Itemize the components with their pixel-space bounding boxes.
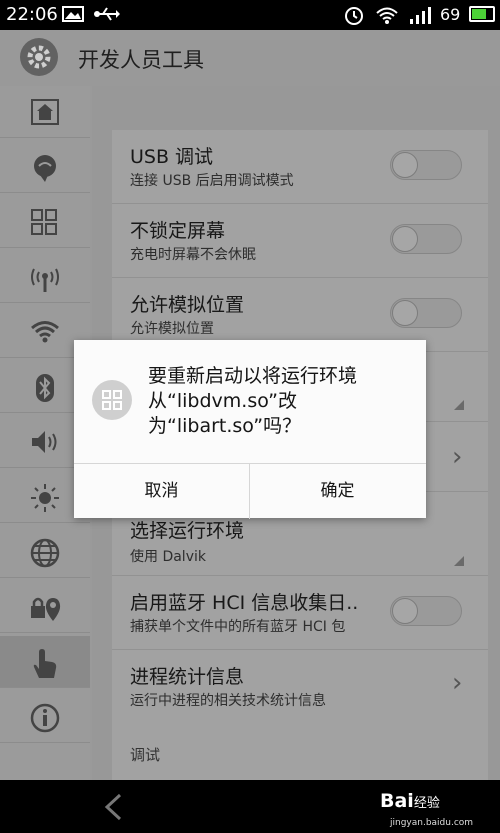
chat-icon <box>34 155 56 182</box>
status-bar: 22:06 69 <box>0 0 500 30</box>
wifi-icon <box>375 5 399 29</box>
app-bar: 开发人员工具 <box>0 30 500 86</box>
setting-title: 进程统计信息 <box>130 666 245 688</box>
confirm-button[interactable]: 确定 <box>250 464 425 519</box>
apps-grid-icon <box>92 380 132 420</box>
setting-title: 启用蓝牙 HCI 信息收集日.. <box>130 592 359 614</box>
sidebar-item-lock-location[interactable] <box>0 581 90 633</box>
page-title: 开发人员工具 <box>78 48 204 72</box>
setting-subtitle: 充电时屏幕不会休眠 <box>130 247 256 263</box>
restart-runtime-dialog: 要重新启动以将运行环境从“libdvm.so”改为“libart.so”吗？ 取… <box>74 340 426 519</box>
sidebar-item-chat[interactable] <box>0 141 90 193</box>
dialog-message: 要重新启动以将运行环境从“libdvm.so”改为“libart.so”吗？ <box>148 365 358 437</box>
setting-subtitle: 连接 USB 后启用调试模式 <box>130 173 294 189</box>
antenna-icon <box>31 268 59 292</box>
nav-bar: Bai经验 jingyan.baidu.com <box>0 780 500 833</box>
toggle-knob <box>392 598 418 624</box>
setting-subtitle: 允许模拟位置 <box>130 321 214 337</box>
setting-title: 不锁定屏幕 <box>130 220 226 242</box>
chevron-right-icon: › <box>452 442 463 472</box>
sidebar-item-globe[interactable] <box>0 526 90 578</box>
sidebar-item-apps[interactable] <box>0 196 90 248</box>
battery-fill <box>472 9 486 19</box>
home-icon <box>31 99 59 125</box>
dropdown-corner-icon <box>454 556 464 566</box>
watermark-url: jingyan.baidu.com <box>390 818 474 828</box>
setting-subtitle: 捕获单个文件中的所有蓝牙 HCI 包 <box>130 619 346 635</box>
dialog-buttons: 取消 确定 <box>74 463 426 519</box>
usb-icon <box>94 5 120 27</box>
setting-title: 允许模拟位置 <box>130 294 245 316</box>
sidebar-item-antenna[interactable] <box>0 251 90 303</box>
globe-icon <box>30 538 60 568</box>
setting-usb-debugging[interactable]: USB 调试 连接 USB 后启用调试模式 <box>112 130 488 204</box>
watermark-brand: Bai <box>380 790 414 812</box>
sidebar-item-info[interactable] <box>0 691 90 743</box>
alarm-icon <box>343 5 365 29</box>
setting-stay-awake[interactable]: 不锁定屏幕 充电时屏幕不会休眠 <box>112 204 488 278</box>
bluetooth-icon <box>36 374 54 402</box>
apps-grid-icon <box>31 209 57 235</box>
battery-icon <box>469 6 495 22</box>
sidebar-item-developer[interactable] <box>0 636 90 688</box>
toggle-knob <box>392 226 418 252</box>
dropdown-corner-icon <box>454 400 464 410</box>
chevron-right-icon: › <box>452 668 463 698</box>
sidebar-item-home[interactable] <box>0 86 90 138</box>
gear-icon <box>20 38 58 76</box>
back-arrow-icon[interactable] <box>102 793 124 825</box>
watermark: Bai经验 jingyan.baidu.com <box>380 790 473 828</box>
image-icon <box>62 5 84 27</box>
mock-location-toggle[interactable] <box>390 298 462 328</box>
hand-icon <box>33 649 57 678</box>
usb-debugging-toggle[interactable] <box>390 150 462 180</box>
setting-subtitle: 使用 Dalvik <box>130 549 206 565</box>
setting-title: USB 调试 <box>130 146 214 168</box>
info-icon <box>30 703 60 733</box>
setting-process-stats[interactable]: 进程统计信息 运行中进程的相关技术统计信息 › <box>112 650 488 724</box>
setting-subtitle: 运行中进程的相关技术统计信息 <box>130 693 326 709</box>
lock-location-icon <box>31 597 61 621</box>
wifi-icon <box>31 321 59 343</box>
signal-icon <box>408 5 434 29</box>
stay-awake-toggle[interactable] <box>390 224 462 254</box>
toggle-knob <box>392 300 418 326</box>
status-time: 22:06 <box>6 4 58 25</box>
toggle-knob <box>392 152 418 178</box>
section-label-debug: 调试 <box>130 746 161 764</box>
setting-bluetooth-hci-log[interactable]: 启用蓝牙 HCI 信息收集日.. 捕获单个文件中的所有蓝牙 HCI 包 <box>112 576 488 650</box>
cancel-button[interactable]: 取消 <box>74 464 250 519</box>
battery-percent: 69 <box>440 5 461 24</box>
watermark-suffix: 经验 <box>413 796 440 811</box>
setting-title: 选择运行环境 <box>130 520 245 542</box>
volume-icon <box>32 431 57 453</box>
brightness-icon <box>31 484 59 512</box>
bluetooth-hci-toggle[interactable] <box>390 596 462 626</box>
